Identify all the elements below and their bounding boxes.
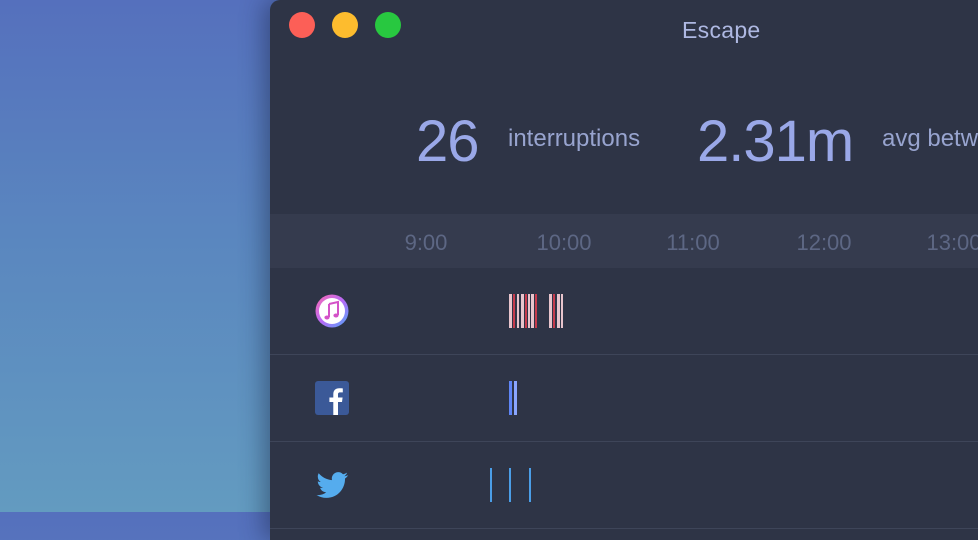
tick-11: 11:00 [666, 230, 720, 255]
facebook-icon [315, 381, 349, 415]
tick-9: 9:00 [404, 230, 448, 255]
tick-12: 12:00 [796, 230, 852, 255]
itunes-mark [525, 294, 527, 328]
minimize-window-button[interactable] [332, 12, 358, 38]
itunes-mark [509, 294, 512, 328]
app-row-twitter[interactable] [270, 442, 978, 529]
avg-between-value: 2.31m [697, 109, 854, 174]
interruptions-count: 26 [416, 109, 480, 174]
app-window: Escape 26 interruptions 2.31m avg betw 9… [270, 0, 978, 540]
itunes-mark [561, 294, 563, 328]
itunes-mark [549, 294, 552, 328]
twitter-mark [490, 468, 492, 502]
avg-between-label: avg betw [882, 125, 978, 152]
zoom-window-button[interactable] [375, 12, 401, 38]
facebook-mark [514, 381, 517, 415]
itunes-mark [531, 294, 534, 328]
tick-10: 10:00 [536, 230, 592, 255]
app-row-facebook[interactable] [270, 355, 978, 442]
window-title: Escape [682, 17, 761, 43]
twitter-mark [509, 468, 511, 502]
app-row-itunes[interactable] [270, 268, 978, 355]
itunes-mark [521, 294, 524, 328]
itunes-mark [513, 294, 515, 328]
twitter-mark [529, 468, 531, 502]
twitter-icon [316, 472, 349, 498]
interruptions-label: interruptions [508, 125, 641, 152]
close-window-button[interactable] [289, 12, 315, 38]
timeline-header: 9:00 10:00 11:00 12:00 13:00 [270, 214, 978, 268]
itunes-mark [553, 294, 555, 328]
itunes-mark [517, 294, 519, 328]
itunes-mark [557, 294, 560, 328]
itunes-icon [315, 294, 349, 328]
itunes-mark [535, 294, 537, 328]
facebook-mark [509, 381, 512, 415]
itunes-mark [528, 294, 530, 328]
tick-13: 13:00 [926, 230, 978, 255]
